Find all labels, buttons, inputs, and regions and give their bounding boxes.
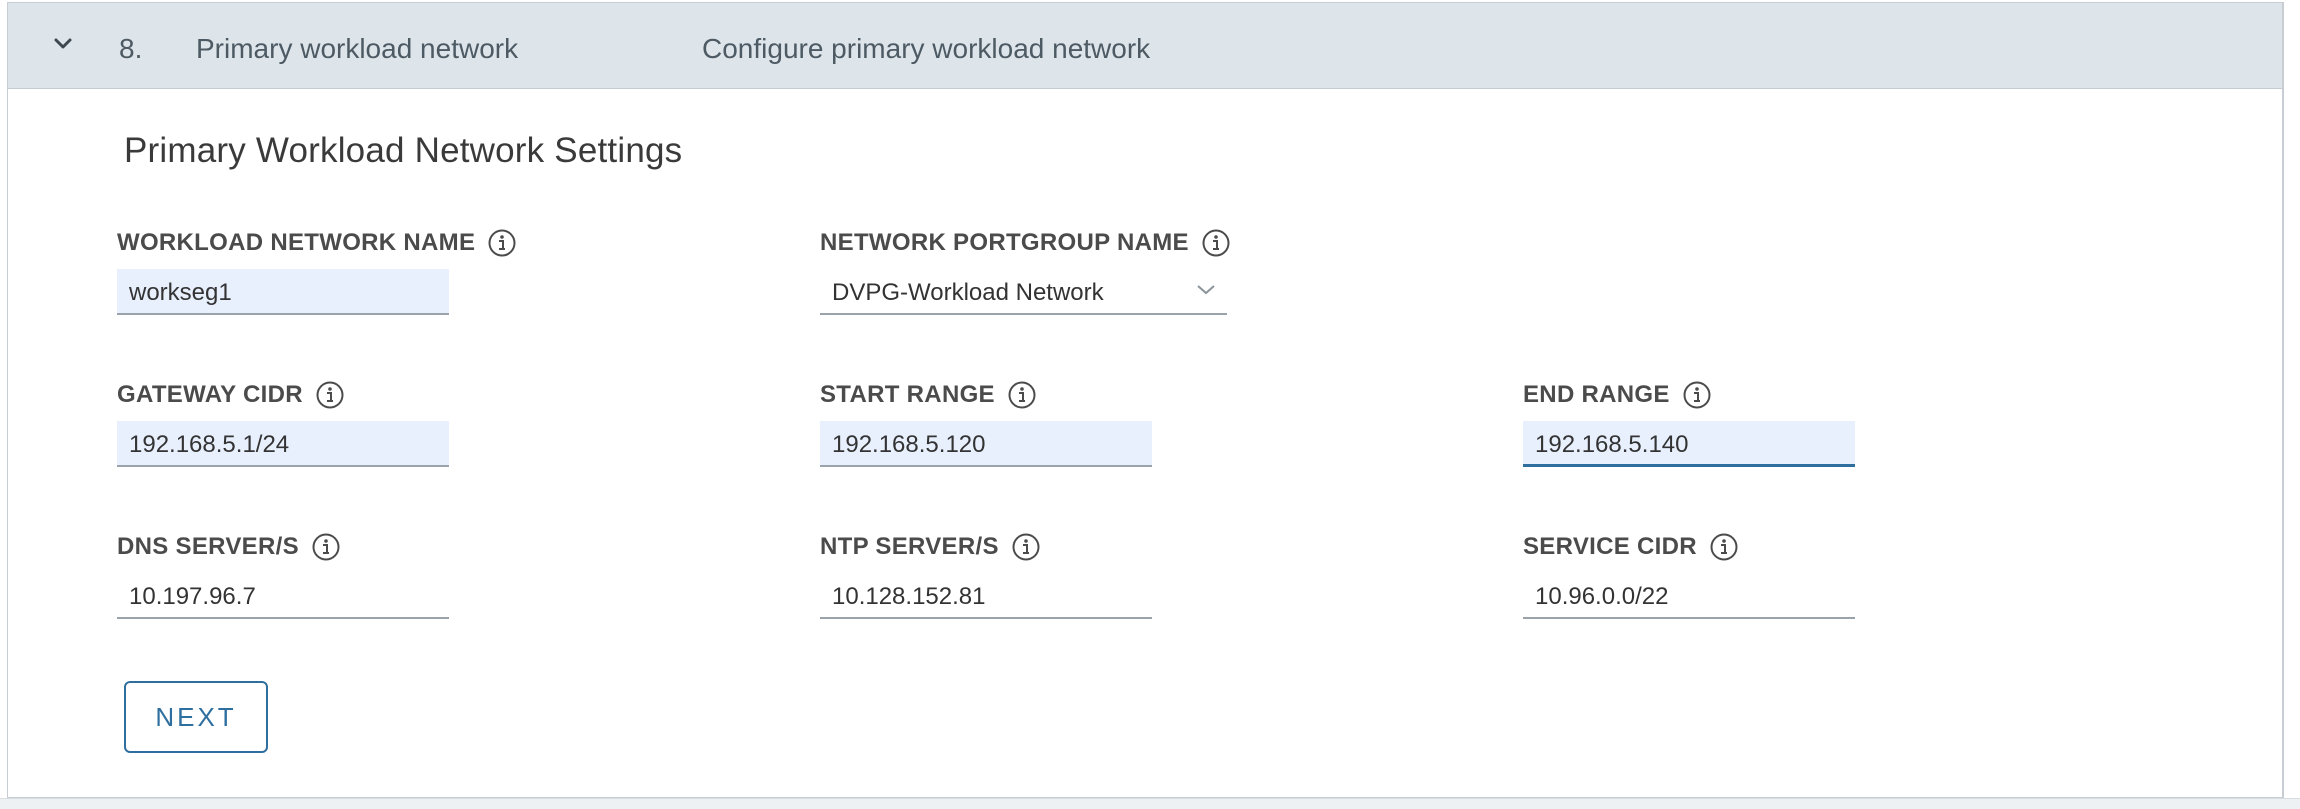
workload-network-name-input[interactable] bbox=[117, 269, 449, 315]
gateway-cidr-label: GATEWAY CIDR bbox=[117, 380, 345, 410]
ntp-servers-label: NTP SERVER/S bbox=[820, 532, 1041, 562]
info-icon[interactable] bbox=[311, 532, 341, 562]
step-description: Configure primary workload network bbox=[702, 33, 1151, 64]
service-cidr-label: SERVICE CIDR bbox=[1523, 532, 1739, 562]
step-header[interactable]: 8. Primary workload network Configure pr… bbox=[8, 3, 2282, 89]
end-range-label-text: END RANGE bbox=[1523, 381, 1670, 408]
gateway-cidr-label-text: GATEWAY CIDR bbox=[117, 381, 303, 408]
next-button[interactable]: NEXT bbox=[124, 681, 268, 753]
next-step-edge bbox=[0, 798, 2300, 809]
network-portgroup-name-label: NETWORK PORTGROUP NAME bbox=[820, 228, 1231, 258]
start-range-label: START RANGE bbox=[820, 380, 1037, 410]
chevron-down-icon[interactable] bbox=[48, 29, 78, 59]
info-icon[interactable] bbox=[1682, 380, 1712, 410]
info-icon[interactable] bbox=[1011, 532, 1041, 562]
info-icon[interactable] bbox=[1201, 228, 1231, 258]
dns-servers-input[interactable] bbox=[117, 573, 449, 619]
workload-network-name-label: WORKLOAD NETWORK NAME bbox=[117, 228, 517, 258]
service-cidr-input[interactable] bbox=[1523, 573, 1855, 619]
ntp-servers-label-text: NTP SERVER/S bbox=[820, 533, 999, 560]
network-portgroup-name-label-text: NETWORK PORTGROUP NAME bbox=[820, 229, 1189, 256]
start-range-input[interactable] bbox=[820, 421, 1152, 467]
end-range-input[interactable] bbox=[1523, 421, 1855, 467]
step-number: 8. bbox=[119, 33, 143, 64]
dns-servers-label-text: DNS SERVER/S bbox=[117, 533, 299, 560]
section-title: Primary Workload Network Settings bbox=[124, 131, 683, 170]
caret-down-icon bbox=[1197, 285, 1215, 295]
workload-network-name-label-text: WORKLOAD NETWORK NAME bbox=[117, 229, 476, 256]
network-portgroup-select[interactable]: DVPG-Workload Network bbox=[820, 269, 1227, 315]
dns-servers-label: DNS SERVER/S bbox=[117, 532, 341, 562]
ntp-servers-input[interactable] bbox=[820, 573, 1152, 619]
step-title: Primary workload network bbox=[196, 33, 519, 64]
info-icon[interactable] bbox=[1007, 380, 1037, 410]
end-range-label: END RANGE bbox=[1523, 380, 1712, 410]
network-portgroup-selected-value: DVPG-Workload Network bbox=[832, 279, 1104, 306]
start-range-label-text: START RANGE bbox=[820, 381, 995, 408]
info-icon[interactable] bbox=[1709, 532, 1739, 562]
gateway-cidr-input[interactable] bbox=[117, 421, 449, 467]
service-cidr-label-text: SERVICE CIDR bbox=[1523, 533, 1697, 560]
workload-network-step-panel: 8. Primary workload network Configure pr… bbox=[7, 2, 2284, 798]
info-icon[interactable] bbox=[487, 228, 517, 258]
info-icon[interactable] bbox=[315, 380, 345, 410]
